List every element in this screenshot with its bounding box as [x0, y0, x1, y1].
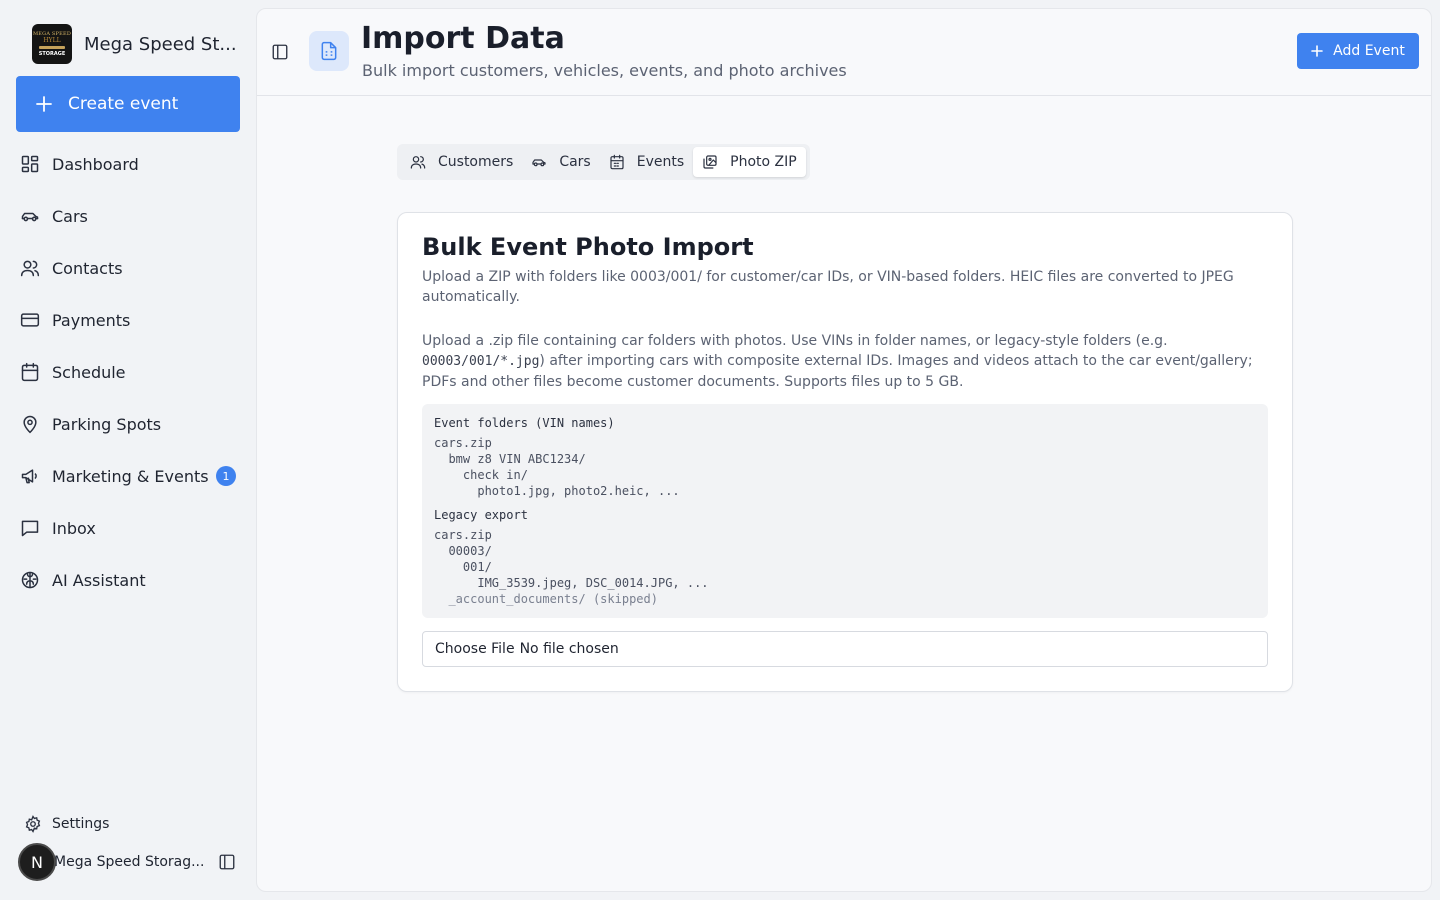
- create-event-button[interactable]: Create event: [16, 76, 240, 132]
- calendar-icon: [610, 154, 624, 170]
- calendar-icon: [21, 362, 39, 382]
- sidebar-item-parking-spots[interactable]: Parking Spots: [16, 398, 240, 450]
- message-square-icon: [21, 520, 39, 537]
- sidebar-item-label: Contacts: [52, 258, 123, 278]
- example-tree: cars.zip 00003/ 001/ IMG_3539.jpeg, DSC_…: [434, 528, 709, 606]
- settings-link[interactable]: Settings: [24, 812, 109, 836]
- sidebar-item-label: Cars: [52, 206, 88, 226]
- file-status: No file chosen: [519, 641, 619, 657]
- file-spreadsheet-icon: [321, 41, 337, 61]
- users-icon: [410, 156, 426, 169]
- tab-events[interactable]: Events: [600, 147, 693, 177]
- zip-file-input[interactable]: Choose File No file chosen: [422, 631, 1268, 667]
- sidebar-item-ai-assistant[interactable]: AI Assistant: [16, 554, 240, 606]
- example-vin-folders: Event folders (VIN names) cars.zip bmw z…: [434, 415, 1256, 499]
- sidebar-item-label: Payments: [52, 310, 131, 330]
- car-icon: [21, 212, 39, 222]
- plus-icon: [1311, 45, 1323, 57]
- folder-structure-examples: Event folders (VIN names) cars.zip bmw z…: [422, 404, 1268, 618]
- sidebar-item-inbox[interactable]: Inbox: [16, 502, 240, 554]
- sidebar-item-label: Dashboard: [52, 154, 139, 174]
- sidebar-item-label: Marketing & Events: [52, 466, 209, 486]
- example-tree: cars.zip bmw z8 VIN ABC1234/ check in/ p…: [434, 436, 680, 498]
- sidebar-item-label: Parking Spots: [52, 414, 162, 434]
- sidebar-item-label: Schedule: [52, 362, 126, 382]
- example-heading: Event folders (VIN names): [434, 416, 615, 430]
- sidebar-toggle-icon[interactable]: [271, 43, 289, 61]
- tab-photo-zip[interactable]: Photo ZIP: [693, 147, 806, 177]
- avatar[interactable]: N: [18, 843, 56, 881]
- panel-left-icon[interactable]: [218, 853, 236, 871]
- page-title: Import Data: [361, 21, 565, 56]
- sidebar-nav: Dashboard Cars Contacts Payments Schedul…: [16, 138, 240, 606]
- tab-cars[interactable]: Cars: [522, 147, 599, 177]
- page-subtitle: Bulk import customers, vehicles, events,…: [362, 61, 847, 80]
- car-icon: [532, 159, 546, 167]
- choose-file-button[interactable]: Choose File: [435, 641, 515, 657]
- notification-badge: 1: [216, 466, 236, 486]
- megaphone-icon: [21, 469, 37, 484]
- add-event-label: Add Event: [1333, 43, 1405, 59]
- map-pin-icon: [23, 415, 37, 434]
- settings-label: Settings: [52, 816, 110, 832]
- main-panel: Import Data Bulk import customers, vehic…: [256, 8, 1432, 892]
- account-switcher[interactable]: N Mega Speed Storag...: [18, 842, 240, 882]
- sidebar-item-label: AI Assistant: [52, 570, 146, 590]
- gear-icon: [25, 815, 41, 833]
- add-event-button[interactable]: Add Event: [1297, 33, 1419, 69]
- card-instructions: Upload a .zip file containing car folder…: [422, 333, 1253, 390]
- brain-icon: [21, 571, 39, 589]
- sidebar-item-cars[interactable]: Cars: [16, 190, 240, 242]
- plus-icon: [36, 96, 52, 112]
- sidebar-item-payments[interactable]: Payments: [16, 294, 240, 346]
- sidebar-item-schedule[interactable]: Schedule: [16, 346, 240, 398]
- images-icon: [703, 155, 717, 169]
- example-heading: Legacy export: [434, 508, 528, 522]
- account-name: Mega Speed Storag...: [54, 854, 205, 870]
- brand-name: Mega Speed St...: [84, 33, 237, 55]
- brand-logo: MEGA SPEED HYLL STORAGE: [32, 24, 72, 64]
- sidebar: MEGA SPEED HYLL STORAGE Mega Speed St...…: [0, 0, 256, 900]
- credit-card-icon: [20, 313, 40, 327]
- folder-pattern-code: 00003/001/*.jpg: [422, 354, 540, 369]
- page-header: Import Data Bulk import customers, vehic…: [257, 9, 1431, 96]
- brand[interactable]: MEGA SPEED HYLL STORAGE Mega Speed St...: [32, 24, 237, 64]
- dashboard-icon: [21, 155, 39, 173]
- page-icon-tile: [309, 31, 349, 71]
- sidebar-item-contacts[interactable]: Contacts: [16, 242, 240, 294]
- sidebar-item-dashboard[interactable]: Dashboard: [16, 138, 240, 190]
- tab-customers[interactable]: Customers: [401, 147, 522, 177]
- photo-import-card: Bulk Event Photo Import Upload a ZIP wit…: [397, 212, 1293, 692]
- card-title: Bulk Event Photo Import: [422, 233, 754, 261]
- import-tabs: Customers Cars Events Photo ZIP: [397, 144, 810, 180]
- users-icon: [20, 260, 40, 277]
- card-description: Upload a ZIP with folders like 0003/001/…: [422, 269, 1234, 305]
- logo-car-shape: [39, 46, 65, 49]
- example-legacy-export: Legacy export cars.zip 00003/ 001/ IMG_3…: [434, 507, 1256, 607]
- sidebar-item-label: Inbox: [52, 518, 96, 538]
- sidebar-item-marketing-events[interactable]: Marketing & Events 1: [16, 450, 240, 502]
- create-event-label: Create event: [68, 94, 179, 114]
